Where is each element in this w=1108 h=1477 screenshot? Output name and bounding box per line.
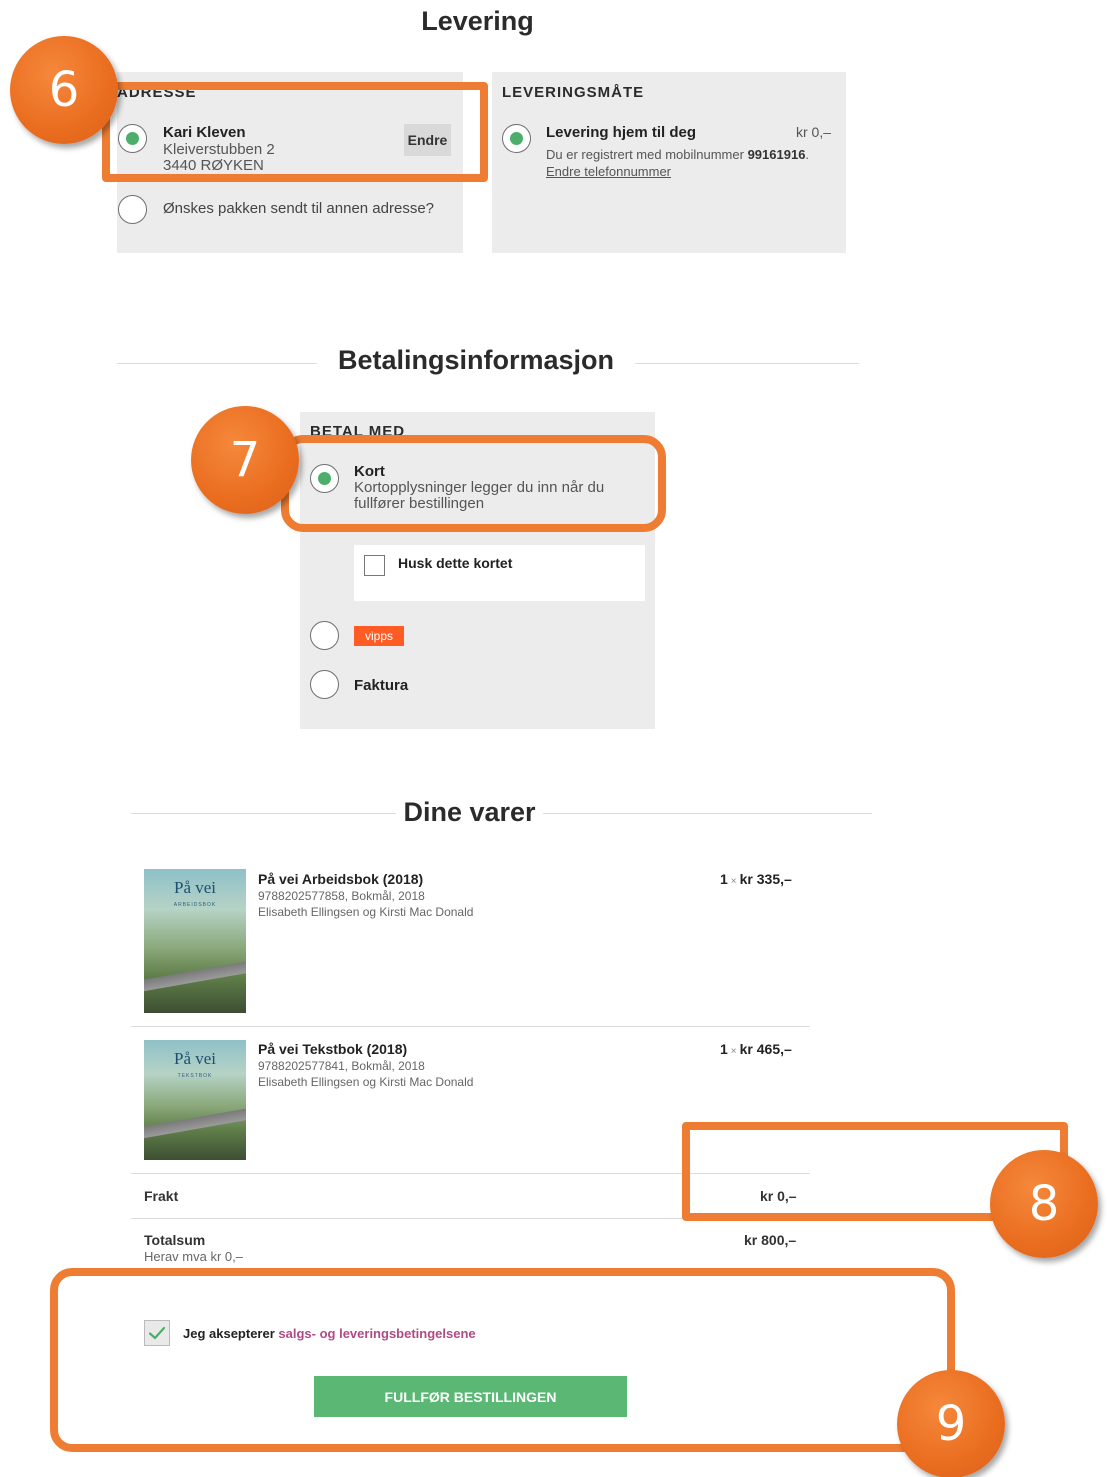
book-cover-road	[144, 959, 246, 999]
callout-6-box	[102, 82, 488, 182]
item-meta: 9788202577858, Bokmål, 2018	[258, 889, 425, 903]
registered-phone-prefix: Du er registrert med mobilnummer	[546, 147, 744, 162]
callout-9-box	[50, 1268, 955, 1452]
item-times: ×	[730, 1046, 737, 1057]
book-cover-road	[144, 1106, 246, 1146]
total-value: kr 800,–	[744, 1232, 797, 1248]
item-authors: Elisabeth Ellingsen og Kirsti Mac Donald	[258, 905, 474, 919]
item-qty: 1	[720, 871, 728, 887]
cart-title: Dine varer	[403, 797, 536, 827]
book-cover-arbeidsbok: På vei ARBEIDSBOK	[144, 869, 246, 1013]
callout-7-box	[281, 435, 666, 532]
book-cover-title: På vei	[173, 1049, 217, 1068]
item-divider	[131, 1026, 810, 1027]
payment-rule-left	[117, 363, 317, 364]
item-authors: Elisabeth Ellingsen og Kirsti Mac Donald	[258, 1075, 474, 1089]
item-meta: 9788202577841, Bokmål, 2018	[258, 1059, 425, 1073]
shipping-label: Frakt	[144, 1188, 179, 1204]
vipps-radio[interactable]	[310, 621, 339, 650]
callout-8-badge: 8	[990, 1150, 1098, 1258]
item-qty: 1	[720, 1041, 728, 1057]
delivery-title: Levering	[421, 6, 534, 36]
book-cover-subtitle: ARBEIDSBOK	[173, 902, 217, 908]
delivery-method-radio[interactable]	[502, 124, 531, 153]
invoice-radio[interactable]	[310, 670, 339, 699]
item-price: 1 × kr 465,–	[720, 1041, 792, 1057]
item-title: På vei Arbeidsbok (2018)	[258, 871, 424, 887]
remember-card-checkbox[interactable]	[364, 555, 385, 576]
vat-label: Herav mva kr 0,–	[144, 1249, 243, 1264]
other-address-radio[interactable]	[118, 195, 147, 224]
registered-phone-number: 99161916	[747, 147, 806, 162]
vipps-logo: vipps	[354, 626, 404, 646]
cart-rule-right	[543, 813, 872, 814]
book-cover-title: På vei	[173, 878, 217, 897]
book-cover-tekstbok: På vei TEKSTBOK	[144, 1040, 246, 1160]
item-times: ×	[730, 876, 737, 887]
change-phone-link[interactable]: Endre telefonnummer	[546, 164, 671, 179]
remember-card-box	[354, 545, 645, 601]
registered-phone-text: Du er registrert med mobilnummer 9916191…	[546, 147, 810, 162]
remember-card-label: Husk dette kortet	[398, 555, 513, 571]
callout-9-badge: 9	[897, 1370, 1005, 1477]
delivery-method-price: kr 0,–	[796, 124, 832, 140]
delivery-method-label: Levering hjem til deg	[546, 124, 697, 141]
invoice-label: Faktura	[354, 677, 409, 694]
total-label: Totalsum	[144, 1232, 206, 1248]
callout-6-badge: 6	[10, 36, 118, 144]
item-price-value: kr 465,–	[739, 1041, 792, 1057]
delivery-method-heading: LEVERINGSMÅTE	[502, 84, 645, 101]
callout-7-badge: 7	[191, 406, 299, 514]
payment-title: Betalingsinformasjon	[337, 345, 615, 375]
book-cover-subtitle: TEKSTBOK	[177, 1073, 213, 1079]
cart-rule-left	[131, 813, 396, 814]
item-price-value: kr 335,–	[739, 871, 792, 887]
item-title: På vei Tekstbok (2018)	[258, 1041, 408, 1057]
other-address-label[interactable]: Ønskes pakken sendt til annen adresse?	[163, 200, 434, 217]
item-price: 1 × kr 335,–	[720, 871, 792, 887]
payment-rule-right	[635, 363, 859, 364]
